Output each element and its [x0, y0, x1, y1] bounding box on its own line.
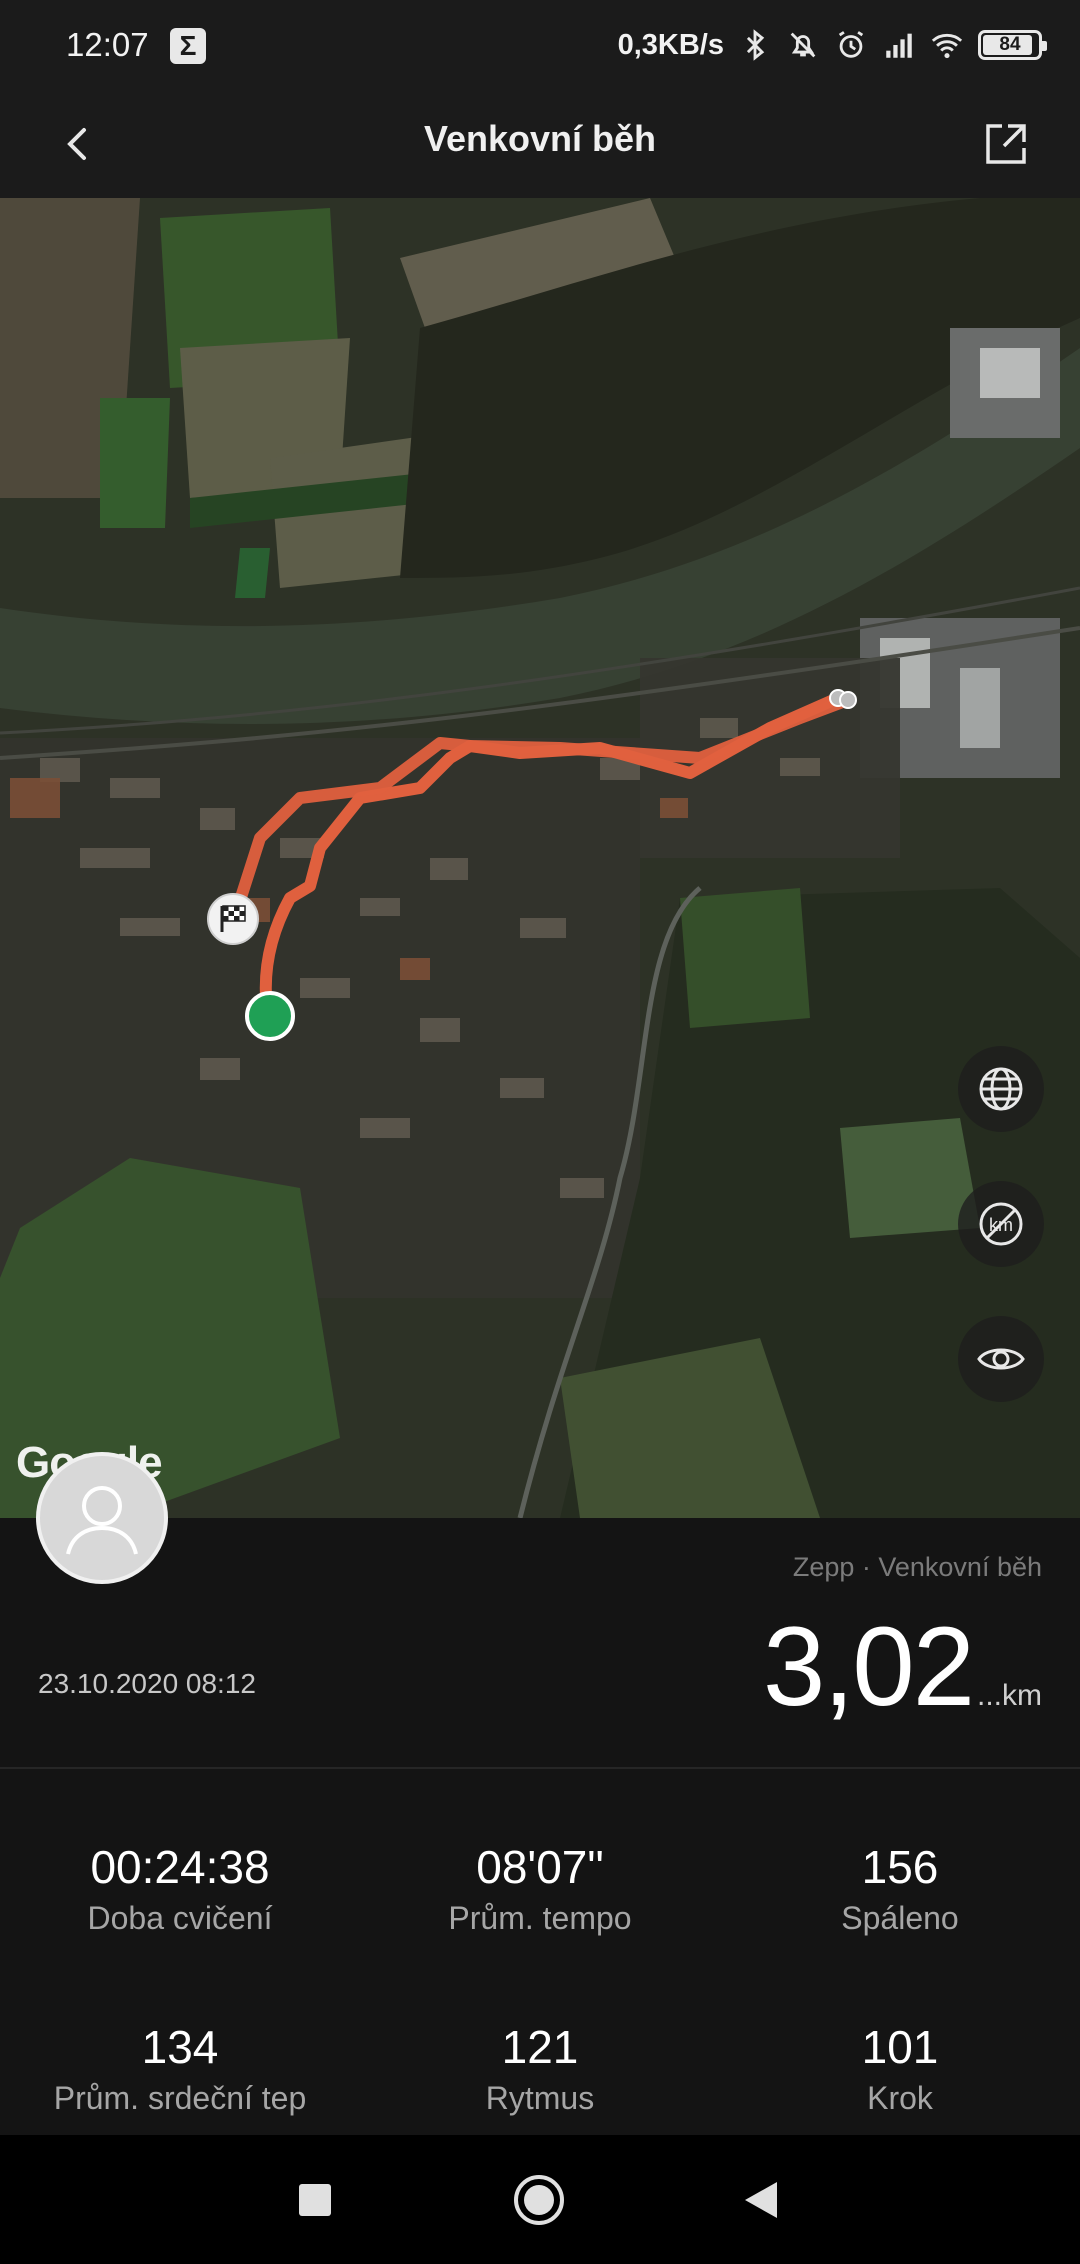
battery-level: 84	[999, 34, 1021, 55]
route-map[interactable]: Google km	[0, 198, 1080, 1518]
stat-label: Doba cvičení	[87, 1900, 273, 1936]
recents-square-icon[interactable]	[280, 2165, 350, 2235]
satellite-map	[0, 198, 1080, 1518]
distance-unit: ...km	[977, 1679, 1042, 1712]
stat-stride: 101 Krok	[720, 2021, 1080, 2117]
workout-source: Zepp · Venkovní běh	[792, 1552, 1042, 1582]
signal-icon	[886, 33, 912, 58]
stat-value: 08'07"	[476, 1841, 604, 1893]
stat-value: 121	[501, 2021, 579, 2073]
user-avatar-icon	[66, 1486, 138, 1555]
distance-value: 3,02	[763, 1604, 975, 1729]
avatar[interactable]	[36, 1452, 168, 1584]
km-hidden-icon[interactable]: km	[958, 1181, 1044, 1267]
status-bar: 12:07 Σ 0,3KB/s 84	[0, 0, 1080, 92]
battery-icon: 84	[978, 30, 1047, 60]
alarm-icon	[838, 31, 864, 58]
stat-label: Krok	[867, 2080, 933, 2116]
workout-summary: Zepp · Venkovní běh 23.10.2020 08:12 3,0…	[0, 1518, 1080, 1768]
network-speed: 0,3KB/s	[617, 28, 724, 61]
stat-label: Prům. tempo	[448, 1900, 632, 1936]
system-nav-bar	[0, 2135, 1080, 2264]
stat-label: Rytmus	[485, 2080, 595, 2116]
stat-pace: 08'07" Prům. tempo	[360, 1841, 720, 1937]
page-title: Venkovní běh	[423, 118, 657, 159]
globe-icon[interactable]	[958, 1046, 1044, 1132]
distance-display: 3,02 ...km	[763, 1602, 1042, 1731]
stat-calories: 156 Spáleno	[720, 1841, 1080, 1937]
workout-date: 23.10.2020 08:12	[38, 1668, 256, 1699]
home-circle-icon[interactable]	[504, 2165, 574, 2235]
share-icon[interactable]	[976, 114, 1036, 174]
stat-label: Spáleno	[841, 1900, 959, 1936]
stat-value: 00:24:38	[90, 1841, 270, 1893]
status-time: 12:07	[66, 26, 149, 63]
stat-heart-rate: 134 Prům. srdeční tep	[0, 2021, 360, 2117]
stat-value: 101	[861, 2021, 939, 2073]
stats-grid: 00:24:38 Doba cvičení 08'07" Prům. tempo…	[0, 1769, 1080, 2135]
start-point-icon	[245, 991, 295, 1041]
stat-label: Prům. srdeční tep	[53, 2080, 307, 2116]
mute-bell-icon	[790, 32, 816, 58]
bluetooth-icon	[746, 29, 765, 61]
stat-duration: 00:24:38 Doba cvičení	[0, 1841, 360, 1937]
stat-value: 156	[861, 1841, 939, 1893]
app-bar: Venkovní běh	[0, 92, 1080, 198]
finish-flag-icon	[207, 893, 259, 945]
wifi-icon	[931, 33, 963, 59]
stat-value: 134	[141, 2021, 219, 2073]
sigma-icon: Σ	[170, 28, 206, 64]
status-icons: 0,3KB/s 84	[617, 22, 1047, 68]
eye-icon[interactable]	[958, 1316, 1044, 1402]
stat-cadence: 121 Rytmus	[360, 2021, 720, 2117]
back-triangle-icon[interactable]	[726, 2165, 796, 2235]
